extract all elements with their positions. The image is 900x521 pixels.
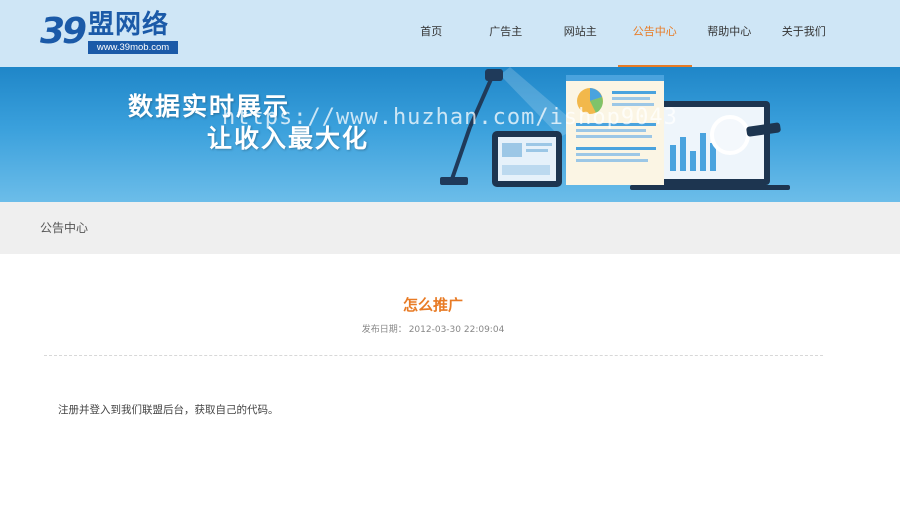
breadcrumb: 公告中心 [40,221,89,235]
breadcrumb-bar: 公告中心 [0,202,900,254]
site-logo[interactable]: 39 盟网络 www.39mob.com [40,10,180,56]
nav-item-help[interactable]: 帮助中心 [692,0,767,67]
nav-item-home[interactable]: 首页 [394,0,469,67]
hero-banner: 数据实时展示 让收入最大化 https://www.huzhan.com/ish… [0,67,900,202]
date-value: 2012-03-30 22:09:04 [408,325,505,335]
nav-item-about[interactable]: 关于我们 [767,0,842,67]
divider [44,355,823,356]
watermark-text: https://www.huzhan.com/ishop9043 [222,105,678,130]
tablet-icon [492,131,562,187]
article-date: 发布日期： 2012-03-30 22:09:04 [0,322,866,335]
nav-item-advertiser[interactable]: 广告主 [469,0,544,67]
nav-item-announcements[interactable]: 公告中心 [617,0,693,67]
logo-url: www.39mob.com [88,41,178,54]
article-body: 注册并登入到我们联盟后台，获取自己的代码。 [58,404,279,416]
date-label: 发布日期： [361,325,407,335]
article-title: 怎么推广 [402,296,463,314]
document-icon [566,75,664,185]
logo-number: 39 [40,11,87,52]
nav-item-publisher[interactable]: 网站主 [543,0,618,67]
banner-illustration [440,67,790,190]
site-header: 39 盟网络 www.39mob.com 首页 广告主 网站主 公告中心 帮助中… [0,0,900,67]
main-nav: 首页 广告主 网站主 公告中心 帮助中心 关于我们 [394,0,841,67]
logo-text: 盟网络 [88,10,170,40]
